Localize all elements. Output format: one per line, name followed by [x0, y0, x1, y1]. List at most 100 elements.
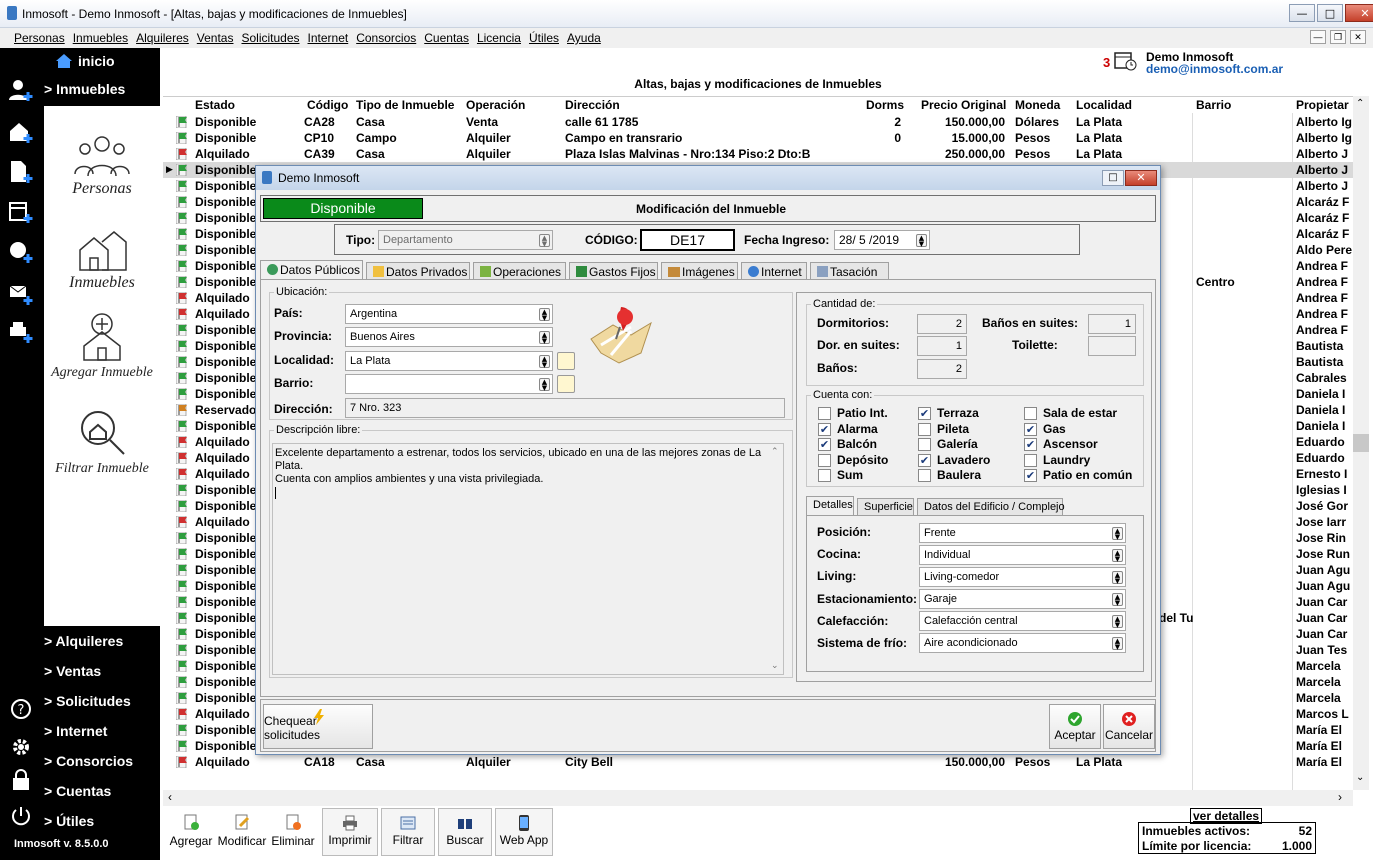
table-row[interactable]: Disponible CP10 Campo Alquiler Campo en tran… [163, 130, 1353, 146]
table-row[interactable]: Disponible CA28 Casa Venta calle 61 1785 2 150… [163, 114, 1353, 130]
localidad-select[interactable]: La Plata ▲ ▼ [345, 351, 553, 371]
chequear-solicitudes-button[interactable]: Chequear solicitudes [263, 704, 373, 749]
col-propietario[interactable]: Propietar [1296, 98, 1349, 112]
col-dorms[interactable]: Dorms [866, 98, 904, 112]
mdi-close-button[interactable]: ✕ [1350, 30, 1366, 44]
panel-agregar-inmueble[interactable]: Agregar Inmueble [44, 312, 160, 380]
sidebar-internet[interactable]: > Internet [44, 723, 107, 739]
toilette-field[interactable] [1088, 336, 1136, 356]
panel-personas[interactable]: Personas [44, 132, 160, 197]
provincia-select[interactable]: Buenos Aires ▲ ▼ [345, 327, 553, 347]
scroll-down-arrow[interactable]: ⌄ [1356, 772, 1364, 783]
dor-suites-field[interactable]: 1 [917, 336, 967, 356]
checkbox-sala-de-estar[interactable] [1024, 407, 1037, 420]
dialog-maximize-button[interactable]: □ [1102, 170, 1124, 186]
subtab-edificio[interactable]: Datos del Edificio / Complejo [917, 498, 1065, 516]
cancelar-button[interactable]: Cancelar [1103, 704, 1155, 749]
checkbox-sum[interactable] [818, 469, 831, 482]
calendar-clock-icon[interactable] [1114, 50, 1138, 72]
col-operacion[interactable]: Operación [466, 98, 525, 112]
filtrar-button[interactable]: Filtrar [381, 808, 435, 856]
maximize-button[interactable]: □ [1317, 4, 1343, 22]
tab-imagenes[interactable]: Imágenes [661, 262, 738, 280]
codigo-field[interactable]: DE17 [640, 229, 735, 251]
add-print-icon[interactable] [8, 320, 36, 344]
checkbox-depósito[interactable] [818, 453, 831, 467]
tab-datos-privados[interactable]: Datos Privados [366, 262, 470, 280]
tab-gastos-fijos[interactable]: Gastos Fijos [569, 262, 658, 280]
fecha-field[interactable]: 28/ 5 /2019 ▲ ▼ [834, 230, 930, 250]
add-barrio-icon[interactable] [557, 375, 575, 393]
agregar-button[interactable]: Agregar [168, 808, 214, 856]
checkbox-pileta[interactable] [918, 422, 931, 436]
table-row[interactable]: Alquilado CA39 Casa Alquiler Plaza Islas Mal… [163, 146, 1353, 162]
sidebar-consorcios[interactable]: > Consorcios [44, 753, 133, 769]
menu-consorcios[interactable]: Consorcios [356, 31, 416, 45]
banos-field[interactable]: 2 [917, 359, 967, 379]
menu-alquileres[interactable]: Alquileres [136, 31, 189, 45]
menu-ayuda[interactable]: Ayuda [567, 31, 601, 45]
desc-scroll-up-icon[interactable]: ⌃ [771, 446, 779, 459]
checkbox-balcón[interactable]: ✔ [818, 438, 831, 451]
modificar-button[interactable]: Modificar [216, 808, 268, 856]
checkbox-patio-en-común[interactable]: ✔ [1024, 469, 1037, 482]
add-localidad-icon[interactable] [557, 352, 575, 370]
col-direccion[interactable]: Dirección [565, 98, 620, 112]
menu-licencia[interactable]: Licencia [477, 31, 521, 45]
checkbox-lavadero[interactable]: ✔ [918, 453, 931, 467]
barrio-select[interactable]: ▲ ▼ [345, 374, 553, 394]
sidebar-solicitudes[interactable]: > Solicitudes [44, 693, 131, 709]
panel-filtrar-inmueble[interactable]: Filtrar Inmueble [44, 408, 160, 476]
dialog-close-button[interactable]: ✕ [1125, 170, 1157, 186]
tab-internet[interactable]: Internet [741, 262, 807, 280]
subtab-superficie[interactable]: Superficie [857, 498, 914, 516]
add-calendar-icon[interactable] [8, 200, 36, 224]
menu-personas[interactable]: Personas [14, 31, 65, 45]
checkbox-terraza[interactable]: ✔ [918, 407, 931, 420]
eliminar-button[interactable]: Eliminar [270, 808, 316, 856]
scroll-right-arrow[interactable]: › [1338, 790, 1342, 804]
tab-operaciones[interactable]: Operaciones [473, 262, 566, 280]
subtab-detalles[interactable]: Detalles [806, 496, 854, 516]
panel-inmuebles[interactable]: Inmuebles [44, 226, 160, 291]
mdi-restore-button[interactable]: ❐ [1330, 30, 1346, 44]
dormitorios-field[interactable]: 2 [917, 314, 967, 334]
menu-cuentas[interactable]: Cuentas [424, 31, 469, 45]
menu-internet[interactable]: Internet [308, 31, 349, 45]
checkbox-patio-int-[interactable] [818, 407, 831, 420]
add-home-icon[interactable] [8, 120, 36, 144]
checkbox-baulera[interactable] [918, 469, 931, 482]
col-moneda[interactable]: Moneda [1015, 98, 1060, 112]
add-document-icon[interactable] [8, 160, 36, 184]
add-person-icon[interactable] [8, 78, 36, 102]
tab-datos-publicos[interactable]: Datos Públicos [260, 260, 363, 280]
sidebar-cuentas[interactable]: > Cuentas [44, 783, 111, 799]
table-row[interactable]: Alquilado CA18 Casa Alquiler City Bell 150.00… [163, 754, 1353, 770]
sidebar-inicio[interactable]: inicio [78, 53, 115, 69]
col-codigo[interactable]: Código [307, 98, 348, 112]
sidebar-inmuebles[interactable]: > Inmuebles [44, 81, 125, 97]
estacionamiento-select[interactable]: Garaje ▲ ▼ [919, 589, 1126, 609]
checkbox-alarma[interactable]: ✔ [818, 422, 831, 436]
descripcion-textarea[interactable]: Excelente departamento a estrenar, todos… [272, 443, 784, 675]
checkbox-laundry[interactable] [1024, 453, 1037, 467]
col-estado[interactable]: Estado [195, 98, 235, 112]
menu-utiles[interactable]: Útiles [529, 31, 559, 45]
sidebar-alquileres[interactable]: > Alquileres [44, 633, 123, 649]
banos-suites-field[interactable]: 1 [1088, 314, 1136, 334]
living-select[interactable]: Living-comedor ▲ ▼ [919, 567, 1126, 587]
minimize-button[interactable]: — [1289, 4, 1315, 22]
scroll-thumb[interactable] [1353, 434, 1369, 452]
scroll-left-arrow[interactable]: ‹ [168, 790, 172, 804]
checkbox-ascensor[interactable]: ✔ [1024, 438, 1037, 451]
menu-solicitudes[interactable]: Solicitudes [241, 31, 299, 45]
frio-select[interactable]: Aire acondicionado ▲ ▼ [919, 633, 1126, 653]
scroll-up-arrow[interactable]: ⌃ [1356, 98, 1364, 109]
direccion-field[interactable]: 7 Nro. 323 [345, 398, 785, 418]
desc-scroll-down-icon[interactable]: ⌄ [771, 660, 779, 673]
webapp-button[interactable]: Web App [495, 808, 553, 856]
power-icon[interactable] [10, 805, 32, 827]
col-tipo[interactable]: Tipo de Inmueble [356, 98, 454, 112]
window-titlebar[interactable]: Inmosoft - Demo Inmosoft - [Altas, bajas… [0, 0, 1373, 28]
sidebar-ventas[interactable]: > Ventas [44, 663, 101, 679]
